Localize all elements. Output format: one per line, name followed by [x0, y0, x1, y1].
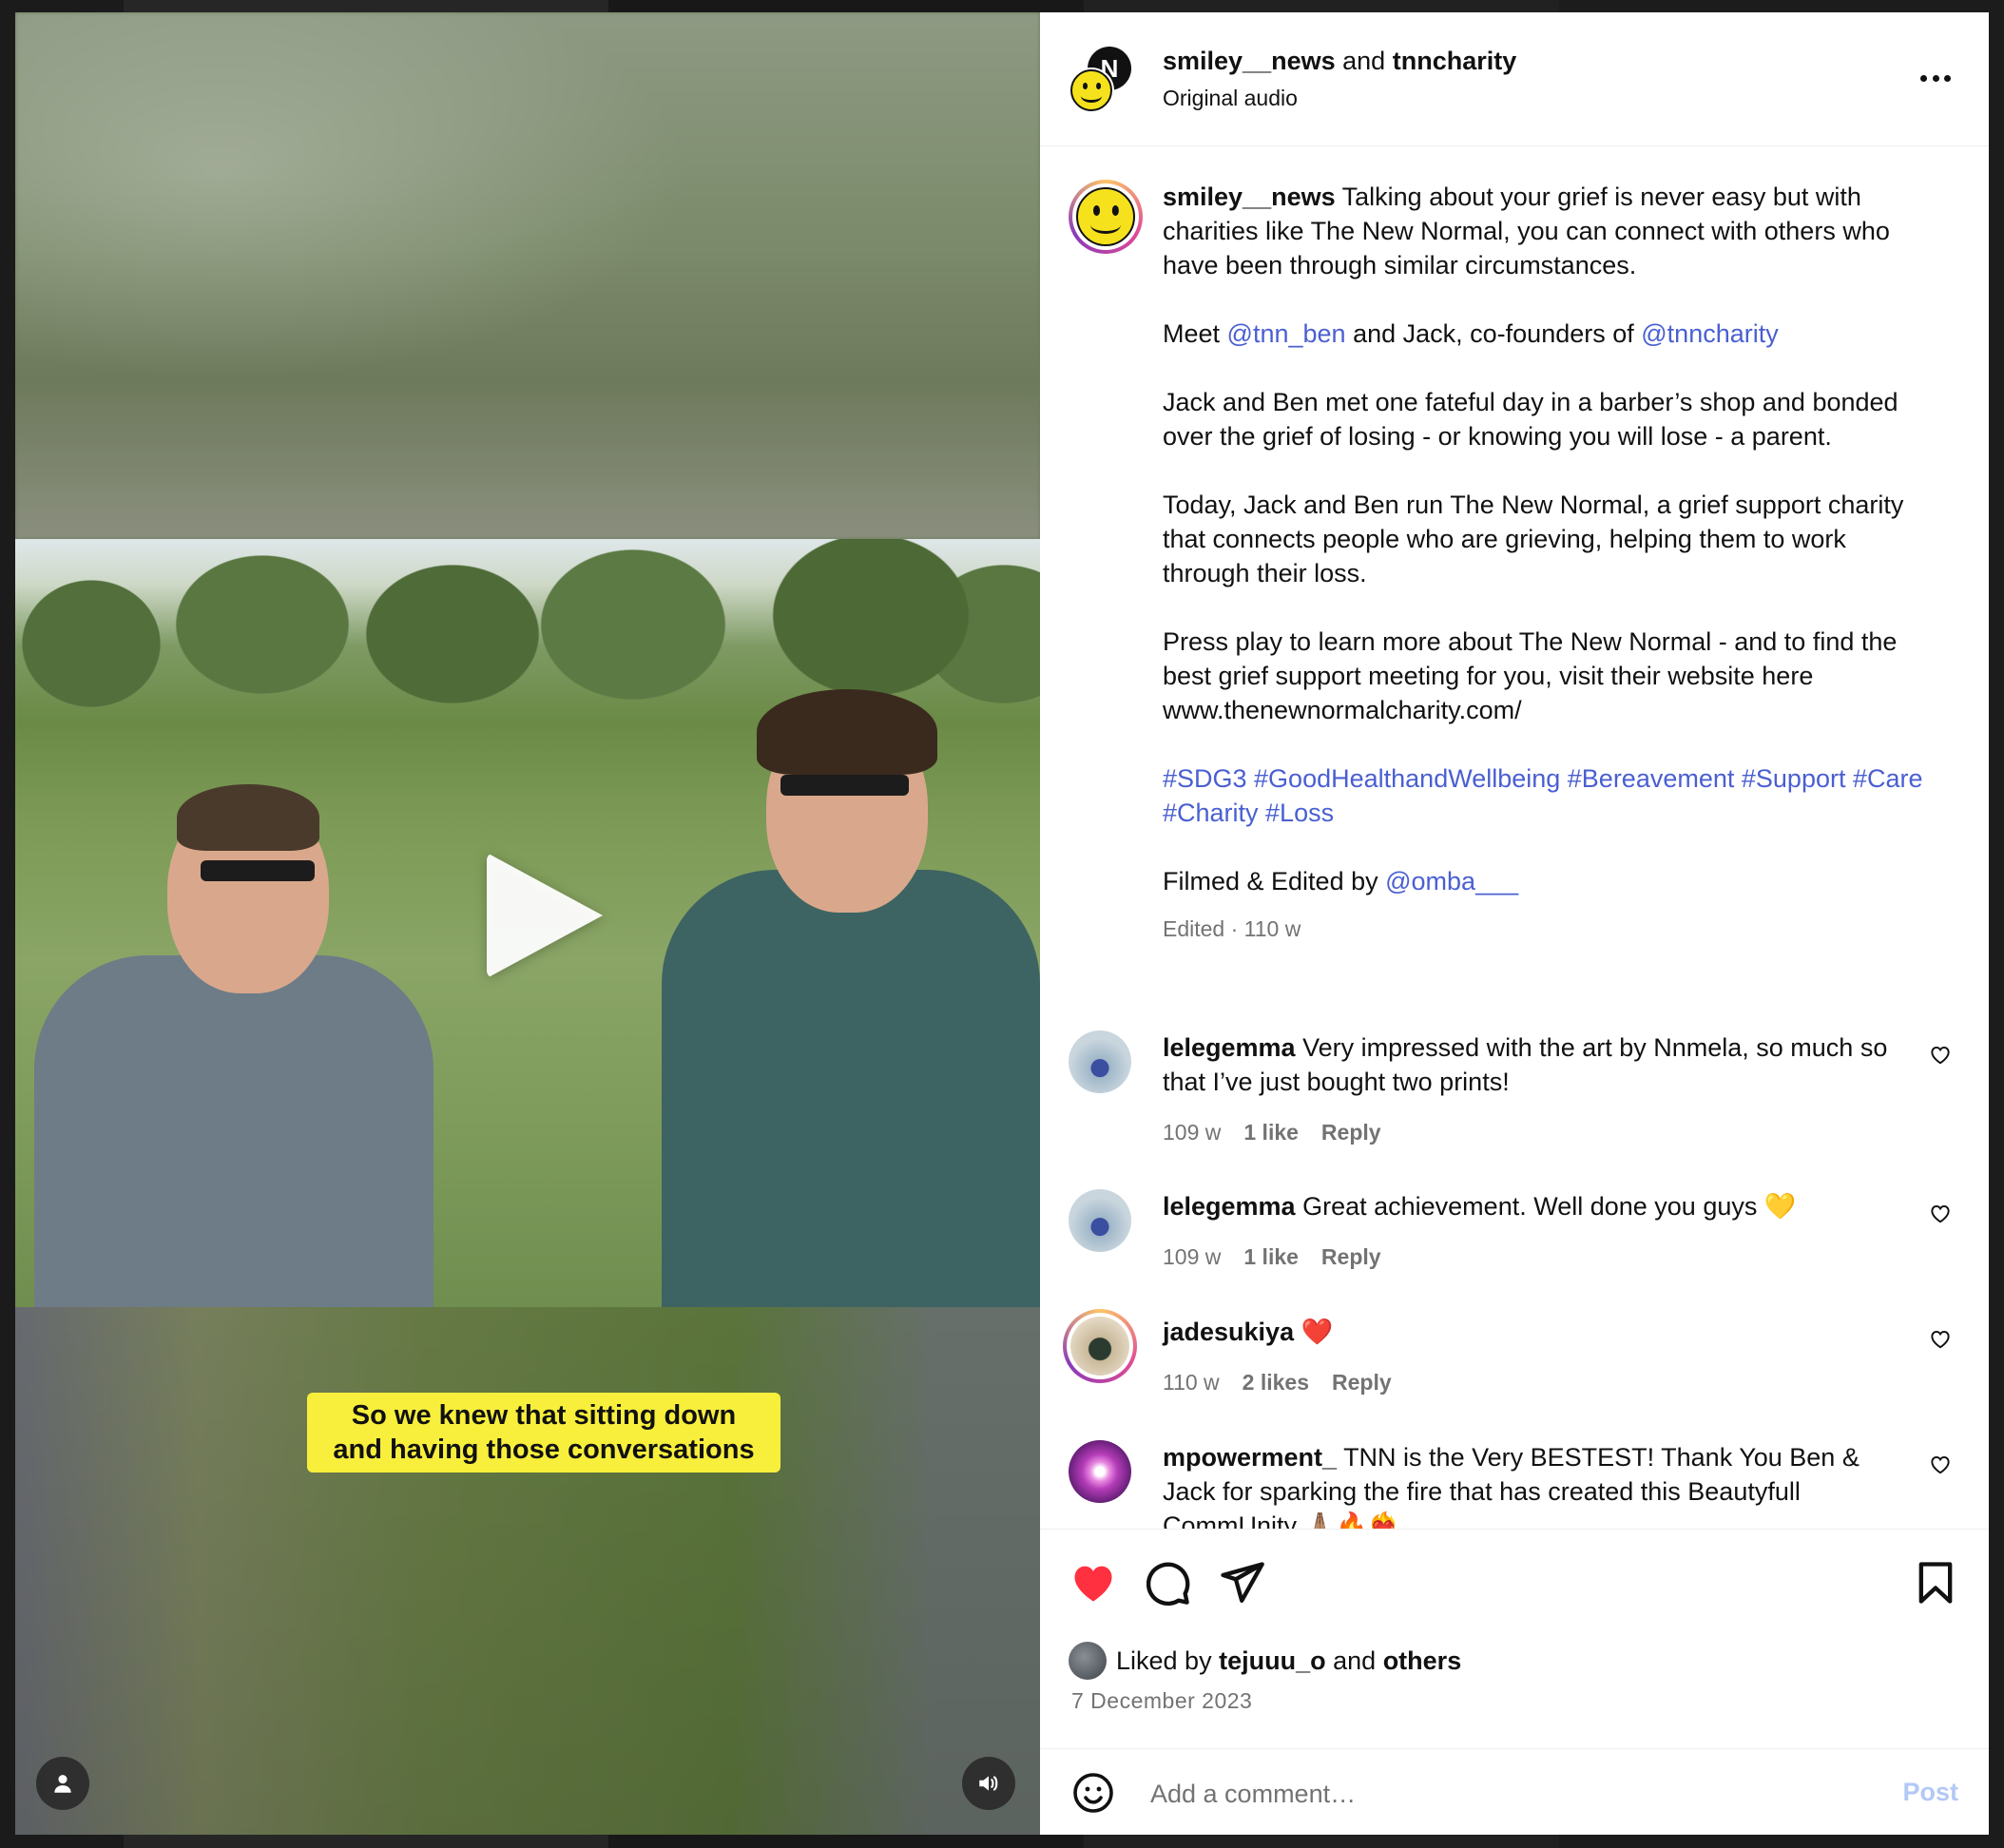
caption-avatar[interactable] [1069, 180, 1143, 254]
post-date[interactable]: 7 December 2023 [1071, 1688, 1252, 1714]
tagged-users-button[interactable] [36, 1757, 89, 1810]
blurred-background-bottom [15, 1307, 1040, 1835]
add-comment-bar: Post [1040, 1748, 1989, 1836]
mention-tnn-ben[interactable]: @tnn_ben [1227, 319, 1346, 348]
collab-avatars[interactable]: N [1069, 47, 1135, 113]
mention-tnncharity[interactable]: @tnncharity [1641, 319, 1778, 348]
post-modal: So we knew that sitting down and having … [15, 12, 1989, 1835]
comments-scroll-area[interactable]: smiley__news Talking about your grief is… [1040, 146, 1989, 1529]
reply-button[interactable]: Reply [1321, 1244, 1381, 1270]
caption-paragraph-3: Jack and Ben met one fateful day in a ba… [1163, 388, 1898, 451]
audio-label[interactable]: Original audio [1163, 86, 1298, 111]
comment-username[interactable]: lelegemma [1163, 1192, 1296, 1221]
comment-age[interactable]: 110 w [1163, 1370, 1220, 1396]
caption-credit-prefix: Filmed & Edited by [1163, 867, 1378, 895]
comment-likes[interactable]: 1 like [1243, 1244, 1299, 1270]
liked-joiner: and [1333, 1646, 1377, 1675]
post-side-panel: N smiley__news and tnncharity Original a… [1040, 12, 1989, 1835]
commenter-avatar[interactable] [1069, 1030, 1131, 1093]
caption-username[interactable]: smiley__news [1163, 183, 1336, 211]
like-comment-icon[interactable] [1928, 1042, 1953, 1067]
reply-button[interactable]: Reply [1321, 1120, 1381, 1145]
commenter-avatar[interactable] [1069, 1440, 1131, 1503]
video-subtitle: So we knew that sitting down and having … [307, 1393, 780, 1473]
smiley-icon [1070, 69, 1112, 111]
caption-paragraph-4: Today, Jack and Ben run The New Normal, … [1163, 491, 1904, 587]
smiley-icon [1076, 187, 1135, 246]
reel-media[interactable]: So we knew that sitting down and having … [15, 12, 1040, 1835]
author-link-2[interactable]: tnncharity [1393, 47, 1517, 75]
speaker-icon [979, 1776, 998, 1791]
commenter-avatar[interactable] [1063, 1309, 1137, 1383]
more-options-icon[interactable] [1920, 75, 1951, 83]
caption-text: smiley__news Talking about your grief is… [1163, 180, 1923, 946]
comment-username[interactable]: jadesukiya [1163, 1318, 1294, 1346]
post-authors: smiley__news and tnncharity [1163, 47, 1516, 76]
user-icon [54, 1775, 71, 1793]
comment-meta: 110 w 2 likes Reply [1163, 1370, 1392, 1396]
comment-body: ❤️ [1301, 1318, 1334, 1346]
comment-likes[interactable]: 2 likes [1243, 1370, 1309, 1396]
caption-paragraph-2-prefix: Meet [1163, 319, 1221, 348]
smiley-news-avatar[interactable] [1069, 67, 1114, 113]
comment-body: Great achievement. Well done you guys 💛 [1302, 1192, 1797, 1221]
comment-likes[interactable]: 1 like [1243, 1120, 1299, 1145]
liked-by-summary[interactable]: Liked by tejuuu_o and others [1069, 1642, 1461, 1680]
comment-meta: 109 w 1 like Reply [1163, 1244, 1381, 1270]
post-comment-button[interactable]: Post [1902, 1778, 1958, 1807]
comment-username[interactable]: lelegemma [1163, 1033, 1296, 1062]
caption-paragraph-2-mid: and Jack, co-founders of [1353, 319, 1634, 348]
commenter-avatar[interactable] [1069, 1189, 1131, 1252]
person-right [662, 623, 1040, 1307]
like-comment-icon[interactable] [1928, 1326, 1953, 1351]
blurred-background-top [15, 12, 1040, 539]
post-actions: Liked by tejuuu_o and others 7 December … [1040, 1529, 1989, 1748]
comment-text: mpowerment_ TNN is the Very BESTEST! Tha… [1163, 1440, 1904, 1529]
post-header: N smiley__news and tnncharity Original a… [1040, 12, 1989, 146]
mention-omba[interactable]: @omba___ [1385, 867, 1518, 895]
comment-text: lelegemma Great achievement. Well done y… [1163, 1189, 1904, 1223]
liked-others-link[interactable]: others [1383, 1646, 1462, 1675]
subtitle-line-2: and having those conversations [333, 1434, 755, 1465]
heart-filled-icon[interactable] [1069, 1558, 1118, 1607]
reply-button[interactable]: Reply [1332, 1370, 1392, 1396]
play-icon[interactable] [487, 853, 603, 978]
comment-text: lelegemma Very impressed with the art by… [1163, 1030, 1904, 1099]
author-link-1[interactable]: smiley__news [1163, 47, 1336, 75]
comment-input[interactable] [1148, 1770, 1818, 1818]
caption-meta: Edited · 110 w [1163, 916, 1301, 941]
like-comment-icon[interactable] [1928, 1201, 1953, 1225]
comment-age[interactable]: 109 w [1163, 1120, 1221, 1145]
person-left [34, 718, 434, 1307]
comment-text: jadesukiya ❤️ [1163, 1315, 1904, 1349]
liker-username[interactable]: tejuuu_o [1219, 1646, 1326, 1675]
subtitle-line-1: So we knew that sitting down [351, 1400, 737, 1431]
volume-button[interactable] [962, 1757, 1015, 1810]
liked-prefix: Liked by [1116, 1646, 1212, 1675]
emoji-icon[interactable] [1070, 1770, 1116, 1816]
authors-joiner: and [1342, 47, 1386, 75]
bookmark-icon[interactable] [1911, 1558, 1960, 1607]
comment-age[interactable]: 109 w [1163, 1244, 1221, 1270]
liker-avatar [1069, 1642, 1107, 1680]
comment-meta: 109 w 1 like Reply [1163, 1120, 1381, 1145]
share-icon[interactable] [1217, 1558, 1266, 1607]
caption-paragraph-5: Press play to learn more about The New N… [1163, 627, 1898, 724]
comment-icon[interactable] [1143, 1558, 1192, 1607]
comment-username[interactable]: mpowerment_ [1163, 1443, 1337, 1472]
like-comment-icon[interactable] [1928, 1452, 1953, 1476]
caption-hashtags[interactable]: #SDG3 #GoodHealthandWellbeing #Bereaveme… [1163, 764, 1923, 827]
